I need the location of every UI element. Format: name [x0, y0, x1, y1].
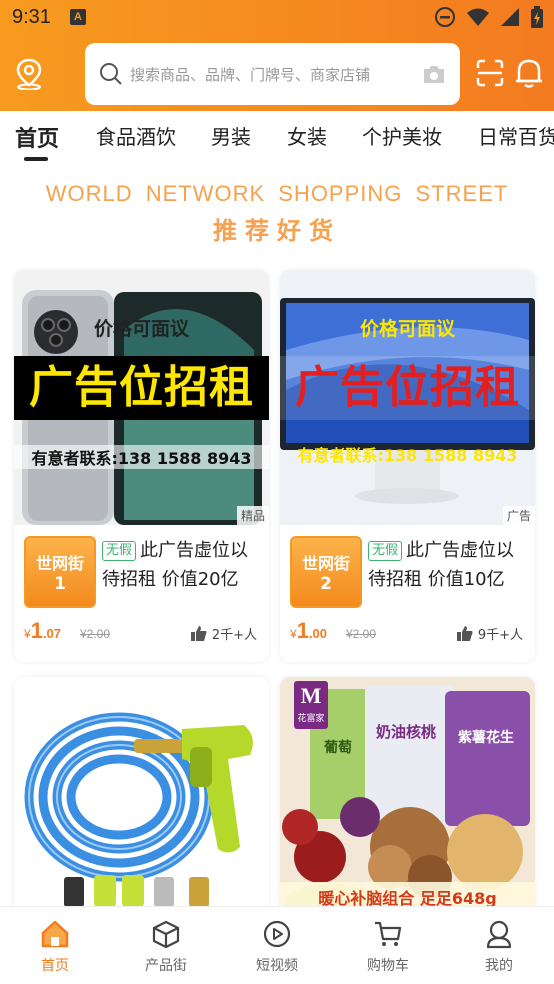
- product-card[interactable]: 价格可面议 广告位招租 有意者联系:138 1588 8943 广告 世网街 2…: [280, 270, 535, 662]
- header-bar: 9:31 A 搜索商品、品牌、门牌号、商家店铺: [0, 0, 554, 111]
- product-title[interactable]: 无假 此广告虚位以待招租 价值20亿: [102, 536, 262, 594]
- product-title[interactable]: 无假 此广告虚位以待招租 价值10亿: [368, 536, 528, 594]
- category-tabs: 首页 食品酒饮 男装 女装 个护美妆 日常百货: [0, 111, 554, 171]
- dnd-icon: [435, 7, 455, 27]
- store-badge: 世网街 1: [24, 536, 96, 608]
- pack-label-walnut: 奶油核桃: [376, 723, 437, 741]
- status-bar: 9:31 A: [0, 0, 554, 38]
- pack-label-grape: 葡萄: [324, 740, 352, 756]
- nav-home-label: 首页: [41, 958, 69, 974]
- user-icon: [486, 920, 512, 949]
- nav-profile[interactable]: 我的: [444, 907, 554, 984]
- nav-cart[interactable]: 购物车: [333, 907, 443, 984]
- nav-short-video[interactable]: 短视频: [222, 907, 332, 984]
- nav-product-street-label: 产品街: [145, 958, 187, 974]
- ad-contact: 有意者联系:138 1588 8943: [297, 446, 518, 465]
- cart-icon: [375, 921, 402, 946]
- price-integer: 1: [30, 618, 43, 643]
- ad-contact: 有意者联系:138 1588 8943: [14, 445, 269, 469]
- search-box[interactable]: 搜索商品、品牌、门牌号、商家店铺: [85, 43, 460, 105]
- thumbs-up-icon: [190, 626, 207, 641]
- brand-logo: M 花富家: [294, 681, 328, 729]
- price-currency: ¥: [24, 627, 31, 641]
- image-tag: 精品: [236, 506, 269, 525]
- signal-icon: [501, 8, 519, 26]
- ad-subtitle: 价格可面议: [359, 318, 455, 340]
- notification-icon: A: [70, 9, 86, 25]
- original-price: ¥2.00: [346, 627, 377, 641]
- price-integer: 1: [296, 618, 309, 643]
- tab-food-drinks[interactable]: 食品酒饮: [96, 121, 176, 150]
- badge-name: 世网街: [301, 554, 350, 573]
- status-time: 9:31: [12, 6, 51, 28]
- pack-label-peanut: 紫薯花生: [458, 730, 514, 746]
- banner-title: 推荐好货: [213, 217, 341, 245]
- garden-hose-picture: [24, 712, 253, 906]
- price-decimal: .07: [42, 626, 62, 641]
- likes-text: 9千+人: [477, 628, 523, 643]
- product-card[interactable]: 价格可面议 广告位招租 有意者联系:138 1588 8943 精品 世网街 1…: [14, 270, 269, 662]
- product-card[interactable]: M 花富家 葡萄 奶油核桃 紫薯花生 暖心补脑组合 足足648g: [280, 677, 535, 906]
- likes-count: 9千+人: [456, 624, 523, 643]
- scan-icon[interactable]: [476, 59, 504, 87]
- main-content: WORLD NETWORK SHOPPING STREET 推荐好货 价格可面议…: [0, 171, 554, 906]
- nav-cart-label: 购物车: [367, 958, 409, 974]
- product-caption: 暖心补脑组合 足足648g: [318, 889, 497, 906]
- tab-menswear[interactable]: 男装: [211, 121, 251, 150]
- thumbs-up-icon: [456, 626, 473, 641]
- nav-product-street[interactable]: 产品街: [111, 907, 221, 984]
- nav-home[interactable]: 首页: [0, 907, 110, 984]
- wifi-icon: [467, 8, 489, 26]
- ad-headline: 广告位招租: [280, 356, 535, 420]
- play-icon: [263, 920, 291, 948]
- nav-short-video-label: 短视频: [256, 958, 298, 974]
- image-tag: 广告: [502, 506, 535, 525]
- tab-beauty[interactable]: 个护美妆: [362, 121, 442, 150]
- box-icon: [152, 920, 180, 949]
- brand-name: 花富家: [297, 714, 325, 724]
- product-price: ¥1.00: [290, 618, 327, 644]
- search-placeholder: 搜索商品、品牌、门牌号、商家店铺: [130, 66, 371, 84]
- status-icons: [434, 6, 544, 28]
- badge-number: 1: [54, 574, 66, 594]
- location-icon[interactable]: [14, 58, 44, 90]
- store-badge: 世网街 2: [290, 536, 362, 608]
- badge-number: 2: [320, 574, 332, 594]
- nav-profile-label: 我的: [485, 958, 513, 974]
- ad-subtitle: 价格可面议: [93, 318, 189, 340]
- product-card[interactable]: [14, 677, 269, 906]
- product-image[interactable]: M 花富家 葡萄 奶油核桃 紫薯花生 暖心补脑组合 足足648g: [280, 677, 535, 906]
- camera-icon[interactable]: [422, 63, 446, 85]
- likes-text: 2千+人: [211, 628, 257, 643]
- tab-daily-goods[interactable]: 日常百货: [478, 121, 554, 150]
- product-image[interactable]: [14, 677, 269, 906]
- home-icon: [41, 920, 69, 948]
- badge-name: 世网街: [35, 554, 84, 573]
- active-tab-indicator: [24, 157, 48, 161]
- authentic-tag: 无假: [368, 541, 403, 561]
- product-price: ¥1.07: [24, 618, 61, 644]
- authentic-tag: 无假: [102, 541, 137, 561]
- tab-home[interactable]: 首页: [15, 121, 59, 153]
- bottom-navigation: 首页 产品街 短视频 购物车 我的: [0, 906, 554, 984]
- banner-english: WORLD NETWORK SHOPPING STREET: [45, 181, 509, 206]
- price-currency: ¥: [290, 627, 297, 641]
- likes-count: 2千+人: [190, 624, 257, 643]
- bell-icon[interactable]: [514, 57, 544, 89]
- ad-headline: 广告位招租: [14, 356, 269, 420]
- product-image[interactable]: 价格可面议 广告位招租 有意者联系:138 1588 8943 精品: [14, 270, 269, 525]
- original-price: ¥2.00: [80, 627, 111, 641]
- product-image[interactable]: 价格可面议 广告位招租 有意者联系:138 1588 8943 广告: [280, 270, 535, 525]
- tab-womenswear[interactable]: 女装: [287, 121, 327, 150]
- search-icon: [100, 63, 122, 85]
- price-decimal: .00: [308, 626, 328, 641]
- battery-icon: [531, 6, 543, 28]
